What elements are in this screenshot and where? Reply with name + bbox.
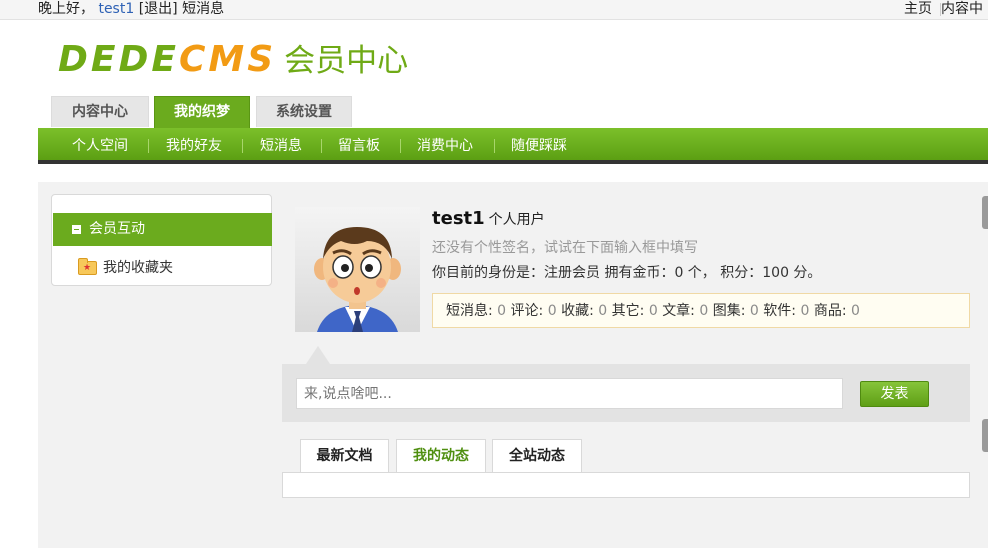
avatar[interactable] xyxy=(295,207,420,332)
nav-consumption-center[interactable]: 消费中心 xyxy=(417,128,473,164)
sidebar-item-member-interaction[interactable]: 会员互动 xyxy=(53,213,272,246)
greeting-text: 晚上好， xyxy=(38,1,94,17)
stats-list: 短消息: 0 评论: 0 收藏: 0 其它: 0 文章: 0 图集: 0 软件:… xyxy=(446,294,860,328)
top-right-links: 主页 内容中 xyxy=(904,0,983,18)
tab-system-settings[interactable]: 系统设置 xyxy=(256,96,352,127)
collapse-icon xyxy=(72,225,81,234)
site-logo[interactable]: DEDECMS 会员中心 xyxy=(58,40,408,80)
tab-site-activity[interactable]: 全站动态 xyxy=(492,439,582,473)
signature-hint: 还没有个性签名，试试在下面输入框中填写 xyxy=(432,240,698,256)
nav-divider xyxy=(400,139,401,153)
profile-user-type: 个人用户 xyxy=(488,212,545,228)
logo-cms: CMS xyxy=(178,39,277,80)
sidebar-item-favorites[interactable]: ★ 我的收藏夹 xyxy=(53,253,272,283)
profile-name: test1 个人用户 xyxy=(432,208,545,229)
sidebar-item-label: 我的收藏夹 xyxy=(103,260,173,276)
stat-articles[interactable]: 文章: 0 xyxy=(662,303,708,319)
sidebar-item-label: 会员互动 xyxy=(89,221,145,237)
nav-browse[interactable]: 随便踩踩 xyxy=(511,128,567,164)
stat-others[interactable]: 其它: 0 xyxy=(612,303,658,319)
tab-panel xyxy=(282,472,970,498)
pointer-arrow xyxy=(306,346,330,364)
stat-favorites[interactable]: 收藏: 0 xyxy=(561,303,607,319)
nav-guestbook[interactable]: 留言板 xyxy=(338,128,380,164)
nav-divider xyxy=(321,139,322,153)
member-status: 你目前的身份是：注册会员 拥有金币：0 个， 积分：100 分。 xyxy=(432,265,822,281)
stat-comments[interactable]: 评论: 0 xyxy=(511,303,557,319)
nav-my-friends[interactable]: 我的好友 xyxy=(166,128,222,164)
sidebar: 会员互动 ★ 我的收藏夹 xyxy=(51,194,272,286)
sub-nav: 个人空间 我的好友 短消息 留言板 消费中心 随便踩踩 xyxy=(38,128,988,164)
nav-divider xyxy=(148,139,149,153)
tab-latest-docs[interactable]: 最新文档 xyxy=(300,439,389,473)
post-button[interactable]: 发表 xyxy=(860,381,929,407)
tab-my-dream[interactable]: 我的织梦 xyxy=(154,96,250,128)
top-bar: 晚上好， test1 [退出] 短消息 主页 内容中 xyxy=(0,0,988,20)
stat-messages[interactable]: 短消息: 0 xyxy=(446,303,506,319)
nav-personal-space[interactable]: 个人空间 xyxy=(72,128,128,164)
content-link[interactable]: 内容中 xyxy=(941,1,983,17)
welcome-area: 晚上好， test1 [退出] 短消息 xyxy=(38,0,224,18)
stat-software[interactable]: 软件: 0 xyxy=(763,303,809,319)
tab-my-activity[interactable]: 我的动态 xyxy=(396,439,486,474)
logo-dede: DEDE xyxy=(58,39,179,80)
logo-member-center: 会员中心 xyxy=(284,43,409,79)
scroll-handle[interactable] xyxy=(982,196,988,229)
stats-box: 短消息: 0 评论: 0 收藏: 0 其它: 0 文章: 0 图集: 0 软件:… xyxy=(432,293,970,328)
post-input[interactable] xyxy=(296,378,843,409)
avatar-cartoon-icon xyxy=(314,227,401,332)
username-link[interactable]: test1 xyxy=(98,1,134,17)
messages-link[interactable]: 短消息 xyxy=(182,1,224,17)
home-link[interactable]: 主页 xyxy=(904,1,932,17)
logout-link[interactable]: [退出] xyxy=(139,1,178,17)
stat-products[interactable]: 商品: 0 xyxy=(814,303,860,319)
tab-content-center[interactable]: 内容中心 xyxy=(51,96,149,127)
nav-divider xyxy=(494,139,495,153)
scroll-handle[interactable] xyxy=(982,419,988,452)
nav-divider xyxy=(242,139,243,153)
folder-icon: ★ xyxy=(78,258,97,275)
profile-username: test1 xyxy=(432,208,485,229)
nav-messages[interactable]: 短消息 xyxy=(260,128,302,164)
stat-albums[interactable]: 图集: 0 xyxy=(713,303,759,319)
